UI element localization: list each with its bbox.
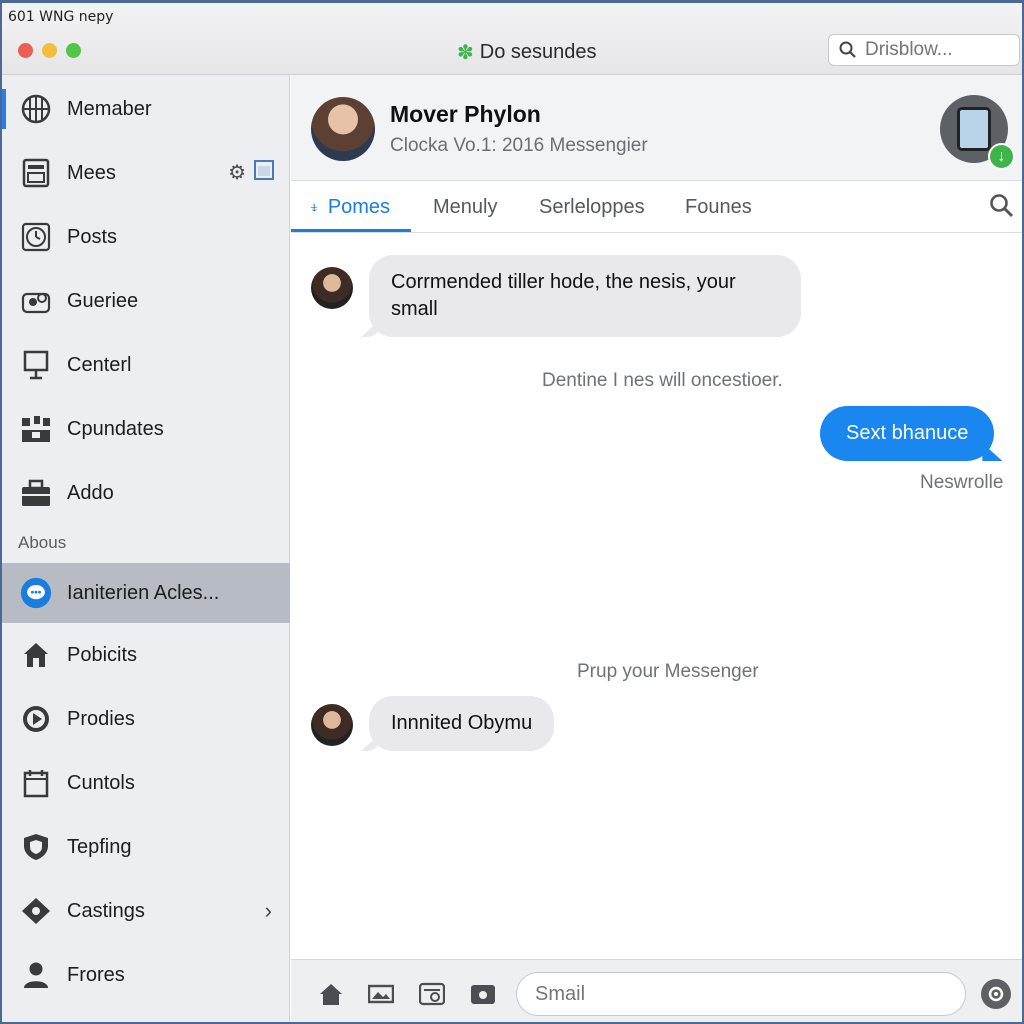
image-icon[interactable]: [367, 980, 395, 1008]
search-input[interactable]: [865, 39, 1005, 61]
sender-avatar[interactable]: [311, 267, 353, 309]
sidebar-item-label: Prodies: [67, 707, 135, 730]
app-window: 601 WNG nepy ✽ Do sesundes Memaber Mees …: [0, 0, 1024, 1024]
tab-pomes[interactable]: ⍖ Pomes: [309, 181, 390, 233]
sidebar-item-prodies[interactable]: Prodies: [2, 689, 290, 749]
sidebar-item-mees[interactable]: Mees ⚙: [2, 143, 290, 203]
system-message: Prup your Messenger: [577, 661, 759, 682]
message-bubble-incoming[interactable]: Corrmended tiller hode, the nesis, your …: [369, 255, 801, 337]
conversation-header: Mover Phylon Clocka Vo.1: 2016 Messengie…: [291, 75, 1022, 181]
app-logo-icon: ✽: [457, 42, 474, 64]
sidebar-item-label: Cuntols: [67, 771, 135, 794]
home-icon[interactable]: [317, 980, 345, 1008]
close-window-button[interactable]: [18, 43, 33, 58]
monitor-icon: [20, 349, 52, 381]
sidebar-item-label: Posts: [67, 225, 118, 248]
tab-serleloppes[interactable]: Serleloppes: [539, 181, 645, 233]
sidebar-item-label: Addo: [67, 481, 114, 504]
active-tab-indicator: [291, 229, 411, 232]
sidebar-item-cpundates[interactable]: Cpundates: [2, 399, 290, 459]
window-title: ✽ Do sesundes: [457, 40, 597, 65]
sidebar-item-frores[interactable]: Frores: [2, 945, 290, 1005]
conversation-tabs: ⍖ Pomes Menuly Serleloppes Founes: [291, 181, 1022, 233]
message-input[interactable]: [516, 972, 966, 1016]
window-search[interactable]: [828, 34, 1020, 66]
pin-icon: ⍖: [309, 196, 320, 217]
camera-icon[interactable]: [469, 980, 497, 1008]
sidebar-item-tepfing[interactable]: Tepfing: [2, 817, 290, 877]
sticker-icon[interactable]: [418, 980, 446, 1008]
messenger-icon: [20, 577, 52, 609]
clock-icon: [20, 221, 52, 253]
sidebar-item-cuntols[interactable]: Cuntols: [2, 753, 290, 813]
contact-subtitle: Clocka Vo.1: 2016 Messengier: [390, 135, 648, 156]
zoom-window-button[interactable]: [66, 43, 81, 58]
calendar-icon: [20, 767, 52, 799]
tab-menuly[interactable]: Menuly: [433, 181, 497, 233]
message-bubble-outgoing[interactable]: Sext bhanuce: [820, 406, 995, 461]
sidebar-item-label: Tepfing: [67, 835, 132, 858]
download-badge-icon: ↓: [988, 143, 1015, 170]
person-icon: [20, 959, 52, 991]
tab-label: Pomes: [327, 195, 391, 218]
inbox-icon: [20, 157, 52, 189]
home-icon: [20, 639, 52, 671]
contact-name: Mover Phylon: [390, 101, 541, 127]
play-icon: [20, 703, 52, 735]
sidebar-item-addo[interactable]: Addo: [2, 463, 290, 523]
grid-globe-icon: [20, 93, 52, 125]
contact-avatar[interactable]: [311, 97, 375, 161]
search-icon[interactable]: [989, 193, 1015, 226]
sidebar-item-label: Centerl: [67, 353, 132, 376]
sidebar-item-label: Pobicits: [67, 643, 138, 666]
minimize-window-button[interactable]: [42, 43, 57, 58]
briefcase-icon: [20, 477, 52, 509]
system-status-text: 601 WNG nepy: [8, 9, 114, 25]
chevron-right-icon[interactable]: ›: [265, 898, 272, 924]
sidebar-item-label: Ianiterien Acles...: [67, 581, 220, 604]
message-bubble-incoming[interactable]: Innnited Obymu: [369, 696, 555, 751]
tab-label: Founes: [685, 195, 752, 218]
sidebar-item-label: Mees: [67, 161, 116, 184]
sidebar-item-label: Gueriee: [67, 289, 139, 312]
gear-icon[interactable]: ⚙: [228, 160, 246, 186]
send-icon[interactable]: [981, 979, 1011, 1009]
window-icon[interactable]: [254, 160, 274, 186]
shield-icon: [20, 831, 52, 863]
sidebar-item-conversation[interactable]: Ianiterien Acles...: [2, 563, 290, 623]
sidebar-item-castings[interactable]: Castings ›: [2, 881, 290, 941]
sender-avatar[interactable]: [311, 704, 353, 746]
window-title-text: Do sesundes: [479, 41, 597, 63]
sidebar-item-pobicits[interactable]: Pobicits: [2, 625, 290, 685]
sidebar-item-label: Cpundates: [67, 417, 164, 440]
compose-bar: [291, 959, 1022, 1022]
sidebar-item-label: Frores: [67, 963, 125, 986]
sidebar-item-actions: ⚙: [228, 160, 274, 186]
search-icon: [839, 41, 856, 58]
people-icon: [20, 285, 52, 317]
sidebar-item-label: Castings: [67, 899, 145, 922]
conversation-pane: Mover Phylon Clocka Vo.1: 2016 Messengie…: [291, 75, 1022, 1022]
sidebar-section-header: Abous: [18, 533, 67, 552]
sidebar-item-posts[interactable]: Posts: [2, 207, 290, 267]
tab-label: Menuly: [433, 195, 498, 218]
sidebar-item-gueriee[interactable]: Gueriee: [2, 271, 290, 331]
sidebar-item-label: Memaber: [67, 97, 152, 120]
message-status: Neswrolle: [920, 472, 1004, 493]
diamond-icon: [20, 895, 52, 927]
tab-founes[interactable]: Founes: [685, 181, 752, 233]
title-bar: 601 WNG nepy ✽ Do sesundes: [2, 3, 1022, 75]
tab-label: Serleloppes: [539, 195, 645, 218]
system-message: Dentine I nes will oncestioer.: [542, 370, 783, 391]
apps-icon: [20, 413, 52, 445]
phone-screen-icon: [957, 107, 991, 151]
sidebar: Memaber Mees ⚙ Posts Gueriee Centerl Cpu…: [2, 75, 290, 1022]
sidebar-item-memaber[interactable]: Memaber: [2, 79, 290, 139]
sidebar-item-centerl[interactable]: Centerl: [2, 335, 290, 395]
